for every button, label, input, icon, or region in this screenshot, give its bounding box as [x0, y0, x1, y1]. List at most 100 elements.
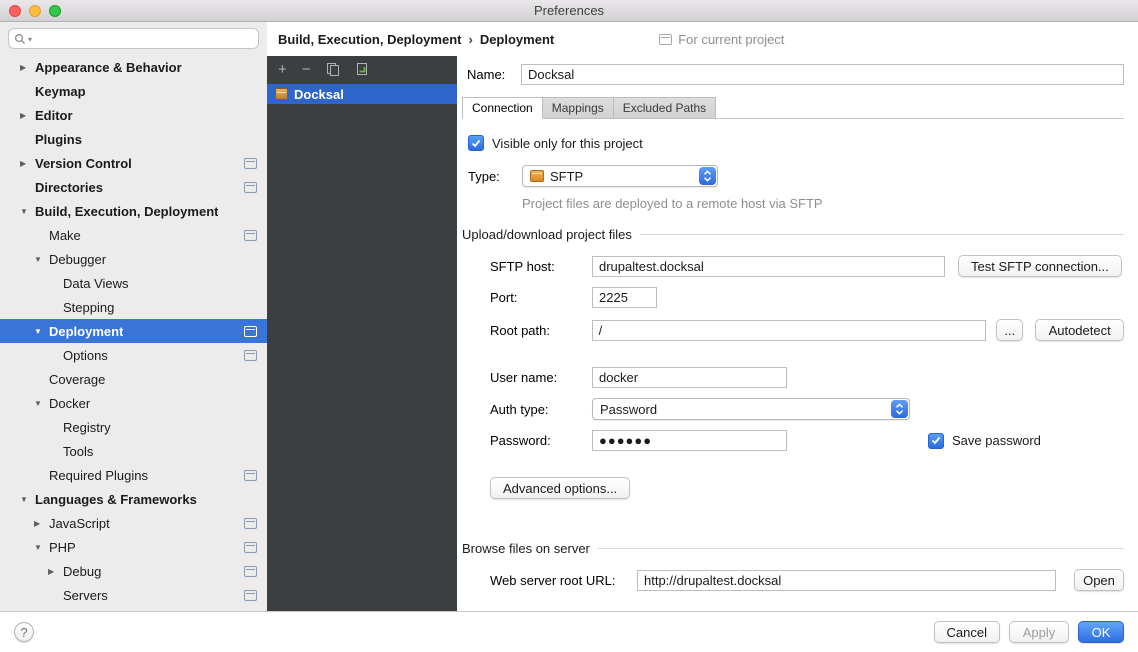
sidebar-item-label: Debugger	[49, 252, 106, 267]
project-config-icon	[244, 230, 257, 241]
breadcrumb-parent[interactable]: Build, Execution, Deployment	[278, 32, 461, 47]
minimize-icon[interactable]	[29, 5, 41, 17]
sidebar-item-directories[interactable]: Directories	[0, 175, 267, 199]
sftp-host-label: SFTP host:	[490, 259, 592, 274]
autodetect-button[interactable]: Autodetect	[1035, 319, 1124, 341]
sidebar-item-label: Required Plugins	[49, 468, 148, 483]
server-item-docksal[interactable]: Docksal	[267, 84, 457, 104]
chevron-down-icon[interactable]: ▾	[28, 35, 32, 44]
test-sftp-connection-button[interactable]: Test SFTP connection...	[958, 255, 1122, 277]
sidebar-item-php[interactable]: ▼PHP	[0, 535, 267, 559]
sidebar-item-deployment[interactable]: ▼Deployment	[0, 319, 267, 343]
chevron-down-icon[interactable]: ▼	[34, 543, 49, 552]
select-stepper-icon[interactable]	[699, 167, 716, 185]
root-path-label: Root path:	[490, 323, 592, 338]
sftp-host-input[interactable]	[592, 256, 945, 277]
visible-only-checkbox[interactable]	[468, 135, 484, 151]
sidebar-item-build-execution-deployment[interactable]: ▼Build, Execution, Deployment	[0, 199, 267, 223]
sidebar-item-debug[interactable]: ▶Debug	[0, 559, 267, 583]
browse-section-header: Browse files on server	[462, 541, 1124, 556]
close-icon[interactable]	[9, 5, 21, 17]
copy-icon[interactable]	[326, 62, 340, 76]
settings-search-box[interactable]: ▾	[8, 28, 259, 49]
root-path-input[interactable]	[592, 320, 987, 341]
tab-excluded-paths[interactable]: Excluded Paths	[614, 97, 716, 119]
sidebar-item-stepping[interactable]: Stepping	[0, 295, 267, 319]
port-label: Port:	[490, 290, 592, 305]
sidebar-item-label: Deployment	[49, 324, 123, 339]
sidebar-item-appearance-behavior[interactable]: ▶Appearance & Behavior	[0, 55, 267, 79]
sidebar-item-plugins[interactable]: Plugins	[0, 127, 267, 151]
sidebar-item-label: Directories	[35, 180, 103, 195]
sidebar-item-label: Tools	[63, 444, 93, 459]
server-list-toolbar: + −	[267, 56, 457, 82]
apply-button[interactable]: Apply	[1009, 621, 1069, 643]
deployment-settings-panel: Name: Connection Mappings Excluded Paths…	[457, 56, 1138, 611]
server-list-panel: + − Docksal	[267, 56, 457, 611]
tab-strip: Connection Mappings Excluded Paths	[462, 97, 1124, 119]
chevron-right-icon[interactable]: ▶	[20, 159, 35, 168]
chevron-right-icon[interactable]: ▶	[20, 111, 35, 120]
breadcrumb: Build, Execution, Deployment › Deploymen…	[267, 22, 1138, 56]
chevron-down-icon[interactable]: ▼	[34, 327, 49, 336]
chevron-down-icon[interactable]: ▼	[20, 495, 35, 504]
sidebar-item-registry[interactable]: Registry	[0, 415, 267, 439]
check-icon	[931, 436, 941, 445]
sidebar-item-data-views[interactable]: Data Views	[0, 271, 267, 295]
ok-button[interactable]: OK	[1078, 621, 1124, 643]
tab-connection[interactable]: Connection	[462, 97, 543, 119]
name-input[interactable]	[521, 64, 1124, 85]
type-select-value: SFTP	[550, 169, 583, 184]
sidebar-item-docker[interactable]: ▼Docker	[0, 391, 267, 415]
chevron-right-icon[interactable]: ▶	[48, 567, 63, 576]
save-password-checkbox[interactable]	[928, 433, 944, 449]
sidebar-item-version-control[interactable]: ▶Version Control	[0, 151, 267, 175]
web-root-label: Web server root URL:	[490, 573, 637, 588]
port-input[interactable]	[592, 287, 657, 308]
project-config-icon	[244, 590, 257, 601]
chevron-down-icon[interactable]: ▼	[34, 255, 49, 264]
sidebar-item-debugger[interactable]: ▼Debugger	[0, 247, 267, 271]
cancel-button[interactable]: Cancel	[934, 621, 1000, 643]
sidebar-item-tools[interactable]: Tools	[0, 439, 267, 463]
upload-section-header: Upload/download project files	[462, 227, 1124, 242]
user-name-input[interactable]	[592, 367, 787, 388]
scope-label: For current project	[678, 32, 784, 47]
type-select[interactable]: SFTP	[522, 165, 718, 187]
chevron-down-icon[interactable]: ▼	[20, 207, 35, 216]
web-root-input[interactable]	[637, 570, 1056, 591]
sidebar-item-servers[interactable]: Servers	[0, 583, 267, 607]
sidebar-item-coverage[interactable]: Coverage	[0, 367, 267, 391]
preferences-window: Preferences ▾ ▶Appearance & BehaviorKeym…	[0, 0, 1138, 652]
sidebar-item-label: PHP	[49, 540, 76, 555]
password-input[interactable]	[592, 430, 787, 451]
advanced-options-button[interactable]: Advanced options...	[490, 477, 630, 499]
add-icon[interactable]: +	[278, 62, 287, 77]
sidebar-item-label: Docker	[49, 396, 90, 411]
browse-root-path-button[interactable]: ...	[996, 319, 1023, 341]
name-label: Name:	[467, 67, 521, 82]
chevron-down-icon[interactable]: ▼	[34, 399, 49, 408]
open-button[interactable]: Open	[1074, 569, 1124, 591]
remove-icon[interactable]: −	[302, 62, 311, 77]
sidebar-item-languages-frameworks[interactable]: ▼Languages & Frameworks	[0, 487, 267, 511]
auth-type-select[interactable]: Password	[592, 398, 910, 420]
chevron-right-icon[interactable]: ▶	[20, 63, 35, 72]
zoom-icon[interactable]	[49, 5, 61, 17]
sidebar-item-keymap[interactable]: Keymap	[0, 79, 267, 103]
tab-mappings[interactable]: Mappings	[543, 97, 614, 119]
sidebar-item-label: Build, Execution, Deployment	[35, 204, 218, 219]
settings-search-input[interactable]	[34, 31, 253, 46]
dialog-footer: ? Cancel Apply OK	[0, 611, 1138, 652]
chevron-right-icon[interactable]: ▶	[34, 519, 49, 528]
sidebar-item-required-plugins[interactable]: Required Plugins	[0, 463, 267, 487]
sidebar-item-make[interactable]: Make	[0, 223, 267, 247]
select-stepper-icon[interactable]	[891, 400, 908, 418]
sidebar-item-editor[interactable]: ▶Editor	[0, 103, 267, 127]
sidebar-item-javascript[interactable]: ▶JavaScript	[0, 511, 267, 535]
sidebar-item-options[interactable]: Options	[0, 343, 267, 367]
window-title: Preferences	[534, 3, 604, 18]
check-icon	[471, 139, 481, 148]
help-button[interactable]: ?	[14, 622, 34, 642]
paste-icon[interactable]	[355, 62, 369, 76]
